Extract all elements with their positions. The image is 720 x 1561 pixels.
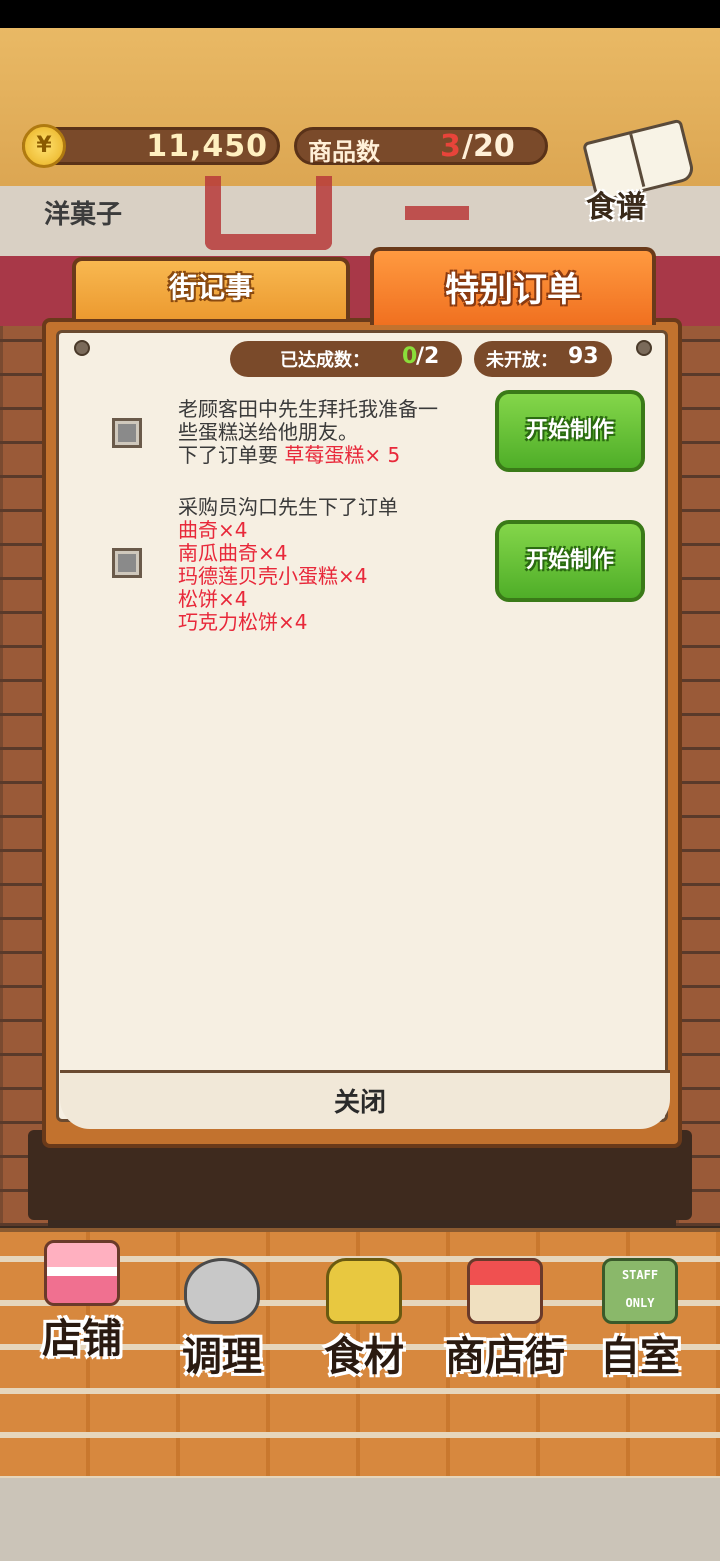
pin-icon <box>636 340 652 356</box>
goods-count-current: 3 <box>440 129 461 164</box>
order-checkbox[interactable] <box>112 548 142 578</box>
order-intro-line: 老顾客田中先生拜托我准备一 <box>178 397 438 421</box>
unopened-label: 未开放： <box>486 350 558 371</box>
nav-label: 店铺 <box>42 1316 122 1362</box>
order-request-prefix: 下了订单要 <box>178 443 285 467</box>
money-value: 11,450 <box>146 129 268 164</box>
order-item: 松饼×4 <box>178 587 248 611</box>
nav-label: 调理 <box>182 1334 262 1380</box>
recipe-button[interactable]: 食谱 <box>576 118 696 230</box>
start-making-button[interactable]: 开始制作 <box>495 390 645 472</box>
store-sign-dash <box>405 206 469 220</box>
nav-label: 自室 <box>600 1334 680 1380</box>
order-item: 草莓蛋糕× 5 <box>284 443 401 467</box>
order-item: 巧克力松饼×4 <box>178 610 308 634</box>
order-item: 玛德莲贝壳小蛋糕×4 <box>178 564 368 588</box>
flour-bag-icon <box>326 1258 402 1324</box>
brick-wall-right <box>676 326 720 1226</box>
nav-own-room[interactable]: STAFF ONLY 自室 <box>570 1258 710 1382</box>
order-item: 曲奇×4 <box>178 518 248 542</box>
coin-icon: ¥ <box>22 124 66 168</box>
staff-door-icon: STAFF ONLY <box>602 1258 678 1324</box>
order-description: 老顾客田中先生拜托我准备一 些蛋糕送给他朋友。 下了订单要 草莓蛋糕× 5 <box>178 398 488 467</box>
nav-label: 食材 <box>324 1334 404 1380</box>
pin-icon <box>74 340 90 356</box>
achieved-total: /2 <box>416 344 440 369</box>
goods-count-label: 商品数 <box>308 138 380 166</box>
nav-shopping-street[interactable]: 商店街 <box>430 1258 580 1382</box>
goods-count-total: /20 <box>462 129 515 164</box>
achieved-label: 已达成数： <box>280 350 370 371</box>
nav-shop[interactable]: 店铺 <box>12 1240 152 1364</box>
order-item: 南瓜曲奇×4 <box>178 541 288 565</box>
nav-ingredients[interactable]: 食材 <box>294 1258 434 1382</box>
order-request-line: 下了订单要 草莓蛋糕× 5 <box>178 444 488 467</box>
order-intro-line: 些蛋糕送给他朋友。 <box>178 420 358 444</box>
close-button[interactable]: 关闭 <box>320 1082 400 1119</box>
store-sign-text: 洋菓子 <box>44 200 123 230</box>
nav-label: 商店街 <box>445 1334 565 1380</box>
mixing-bowl-icon <box>184 1258 260 1324</box>
cake-icon <box>44 1240 120 1306</box>
tab-special-orders[interactable]: 特别订单 <box>370 247 656 325</box>
store-sign-letter <box>205 176 332 250</box>
order-description: 采购员沟口先生下了订单 曲奇×4 南瓜曲奇×4 玛德莲贝壳小蛋糕×4 松饼×4 … <box>178 496 488 634</box>
order-checkbox[interactable] <box>112 418 142 448</box>
nav-cooking[interactable]: 调理 <box>152 1258 292 1382</box>
order-intro-line: 采购员沟口先生下了订单 <box>178 495 398 519</box>
status-bar <box>0 0 720 28</box>
tab-street-news[interactable]: 街记事 <box>72 257 350 319</box>
unopened-count: 93 <box>568 344 599 369</box>
start-making-button[interactable]: 开始制作 <box>495 520 645 602</box>
storefront-icon <box>467 1258 543 1324</box>
brick-wall-left <box>0 326 48 1226</box>
bottom-ground <box>0 1478 720 1561</box>
recipe-label: 食谱 <box>586 190 646 225</box>
